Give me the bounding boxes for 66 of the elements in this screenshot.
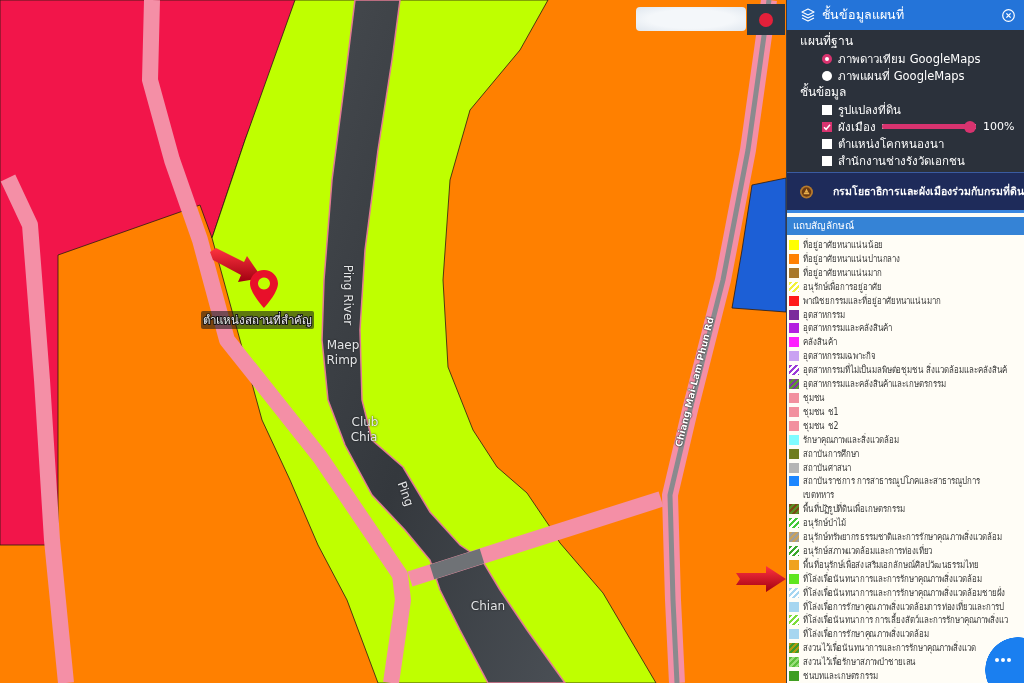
legend-label: พื้นที่อนุรักษ์เพื่อส่งเสริมเอกลักษณ์ศิลปวัฒนธรรมไทย [803,557,980,571]
option-label: รูปแปลงที่ดิน [838,101,901,119]
legend-label: อุตสาหกรรมและคลังสินค้า [803,321,893,336]
legend-label: อนุรักษ์ป่าไม้ [803,516,846,530]
legend-label: อนุรักษ์ทรัพยากรธรรมชาติและการรักษาคุณภาพสิ่งแวดล้อม [803,530,1002,544]
dot-icon [759,12,773,27]
option-label: ภาพแผนที่ GoogleMaps [838,67,965,83]
legend-label: ที่โล่งเพื่อนันทนาการและการรักษาคุณภาพสิ่งแวดล้อม [803,571,982,585]
radio-button[interactable] [822,70,832,81]
option-label: สำนักงานช่างรังวัดเอกชน [838,152,965,170]
close-icon [1002,8,1015,22]
legend-label: สงวนไว้เพื่อนันทนาการและการรักษาคุณภาพสิ่งแวด [803,641,976,655]
map-label: Rimp [326,354,358,368]
legend-label: สถาบันการศึกษา [803,446,860,461]
pointer-arrow [736,566,786,592]
legend-label: อนุรักษ์สภาพแวดล้อมและการท่องเที่ยว [803,543,933,557]
checkbox[interactable] [822,155,832,166]
search-field[interactable] [636,7,746,31]
legend-label: ชุมชน [803,390,826,405]
legend-label: พื้นที่ปฏิรูปที่ดินเพื่อเกษตรกรรม [803,502,905,517]
panel-title: ชั้นข้อมูลแผนที่ [822,5,904,25]
map-label: Ping River [340,264,354,326]
legend-label: สงวนไว้เพื่อรักษาสภาพป่าชายเลน [803,655,917,670]
legend-title: แถบสัญลักษณ์ [787,217,1024,235]
checkbox[interactable] [822,121,832,132]
legend-label: อุตสาหกรรมที่ไม่เป็นมลพิษต่อชุมชน สิ่งแวดล้อมและคลังสินค้ [803,363,1008,378]
checkbox[interactable] [822,138,832,149]
layers-icon [801,8,815,22]
legend-label: ชุมชน ช1 [803,404,839,419]
section-heading: แผนที่ฐาน [800,33,854,50]
legend-label: รักษาคุณภาพและสิ่งแวดล้อม [803,432,899,447]
legend-label: คลังสินค้า [803,335,837,350]
slider-thumb[interactable] [964,120,976,133]
close-button[interactable] [1002,8,1015,22]
legend-label: ที่อยู่อาศัยหนาแน่นมาก [803,265,882,279]
slider-value: 100% [983,120,1015,133]
legend-label: ที่โล่งเพื่อการรักษาคุณภาพสิ่งแวดล้อมการท่องเที่ยวและการป [803,599,1004,614]
option-label: ผังเมือง [838,118,876,136]
option-label: ตำแหน่งโคกหนองนา [838,135,944,153]
map-label: Maep [326,339,360,353]
checkbox[interactable] [822,104,832,115]
radio-button[interactable] [822,53,832,64]
more-icon [994,657,1011,662]
legend-label: สถาบันราชการ การสาธารณูปโภคและสาธารณูปการ เขตทหาร [803,474,981,502]
more-button[interactable] [985,636,1024,683]
legend-label: ที่อยู่อาศัยหนาแน่นน้อย [803,238,884,252]
legend-label: อุตสาหกรรมและคลังสินค้าและเกษตรกรรม [803,377,946,391]
legend-label: สถาบันศาสนา [803,460,852,475]
legend-label: ชนบทและเกษตรกรรม [803,669,878,683]
section-heading: ชั้นข้อมูล [800,84,847,101]
legend-label: อุตสาหกรรม [803,307,845,322]
legend-label: อนุรักษ์เพื่อการอยู่อาศัย [803,279,882,293]
option-label: ภาพดาวเทียม GoogleMaps [838,50,981,68]
legend-label: ที่โล่งเพื่อนันทนาการและการรักษาคุณภาพสิ่งแวดล้อมชายฝั่ง [803,585,1006,599]
legend-label: ที่อยู่อาศัยหนาแน่นปานกลาง [803,251,901,265]
banner-text: กรมโยธาธิการและผังเมืองร่วมกับกรมที่ดิน [833,183,1024,199]
legend-label: ชุมชน ช2 [803,418,839,432]
legend-label: อุตสาหกรรมเฉพาะกิจ [803,349,876,363]
map-label: Chian [470,600,506,614]
legend-label: ที่โล่งเพื่อการรักษาคุณภาพสิ่งแวดล้อม [803,627,929,641]
legend-label: พาณิชยกรรมและที่อยู่อาศัยหนาแน่นมาก [803,293,941,308]
marker-label: ตำแหน่งสถานที่สำคัญ [201,311,314,329]
map-button[interactable] [747,4,785,35]
legend-label: ที่โล่งเพื่อนันทนาการ การเลี้ยงสัตว์และการรักษาคุณภาพสิ่งแว [803,613,1009,627]
location-pin-icon [250,270,278,308]
map-label: Ping [394,479,416,509]
